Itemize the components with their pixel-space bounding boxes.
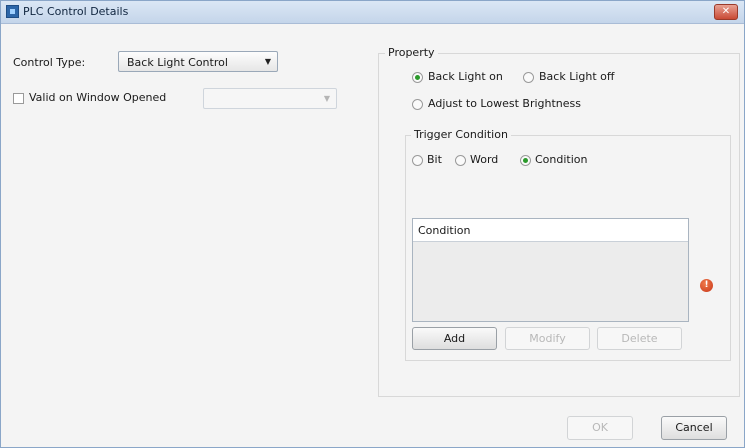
condition-radio[interactable] bbox=[520, 155, 531, 166]
delete-button[interactable]: Delete bbox=[597, 327, 682, 350]
control-type-label: Control Type: bbox=[13, 56, 86, 69]
close-icon: ✕ bbox=[721, 6, 731, 17]
modify-button-label: Modify bbox=[529, 332, 566, 345]
adjust-lowest-brightness-radio[interactable] bbox=[412, 99, 423, 110]
property-group-title: Property bbox=[385, 46, 438, 59]
word-label: Word bbox=[470, 153, 499, 166]
ok-button-label: OK bbox=[592, 421, 608, 434]
back-light-off-radio[interactable] bbox=[523, 72, 534, 83]
control-type-select[interactable]: Back Light Control ▼ bbox=[118, 51, 278, 72]
condition-label: Condition bbox=[535, 153, 588, 166]
bit-radio[interactable] bbox=[412, 155, 423, 166]
window-title: PLC Control Details bbox=[23, 5, 129, 18]
title-bar: PLC Control Details ✕ bbox=[1, 1, 744, 24]
bit-label: Bit bbox=[427, 153, 442, 166]
back-light-on-radio[interactable] bbox=[412, 72, 423, 83]
error-icon: ! bbox=[700, 279, 713, 292]
app-icon bbox=[6, 5, 19, 18]
plc-control-details-dialog: PLC Control Details ✕ Control Type: Back… bbox=[0, 0, 745, 448]
close-button[interactable]: ✕ bbox=[714, 4, 738, 20]
control-type-value: Back Light Control bbox=[127, 56, 228, 69]
back-light-on-label: Back Light on bbox=[428, 70, 503, 83]
ok-button[interactable]: OK bbox=[567, 416, 633, 440]
window-select[interactable]: ▼ bbox=[203, 88, 337, 109]
valid-on-window-opened-checkbox[interactable] bbox=[13, 93, 24, 104]
condition-table-header: Condition bbox=[413, 219, 688, 242]
add-button-label: Add bbox=[443, 332, 466, 345]
modify-button[interactable]: Modify bbox=[505, 327, 590, 350]
delete-button-label: Delete bbox=[621, 332, 658, 345]
chevron-down-icon: ▼ bbox=[323, 94, 330, 103]
add-button[interactable]: Add bbox=[412, 327, 497, 350]
chevron-down-icon: ▼ bbox=[264, 57, 271, 66]
cancel-button[interactable]: Cancel bbox=[661, 416, 727, 440]
word-radio[interactable] bbox=[455, 155, 466, 166]
trigger-condition-title: Trigger Condition bbox=[411, 128, 511, 141]
valid-on-window-opened-label: Valid on Window Opened bbox=[29, 91, 167, 104]
condition-table[interactable]: Condition bbox=[412, 218, 689, 322]
back-light-off-label: Back Light off bbox=[539, 70, 615, 83]
condition-column-header: Condition bbox=[418, 224, 471, 237]
adjust-lowest-brightness-label: Adjust to Lowest Brightness bbox=[428, 97, 581, 110]
cancel-button-label: Cancel bbox=[675, 421, 713, 434]
